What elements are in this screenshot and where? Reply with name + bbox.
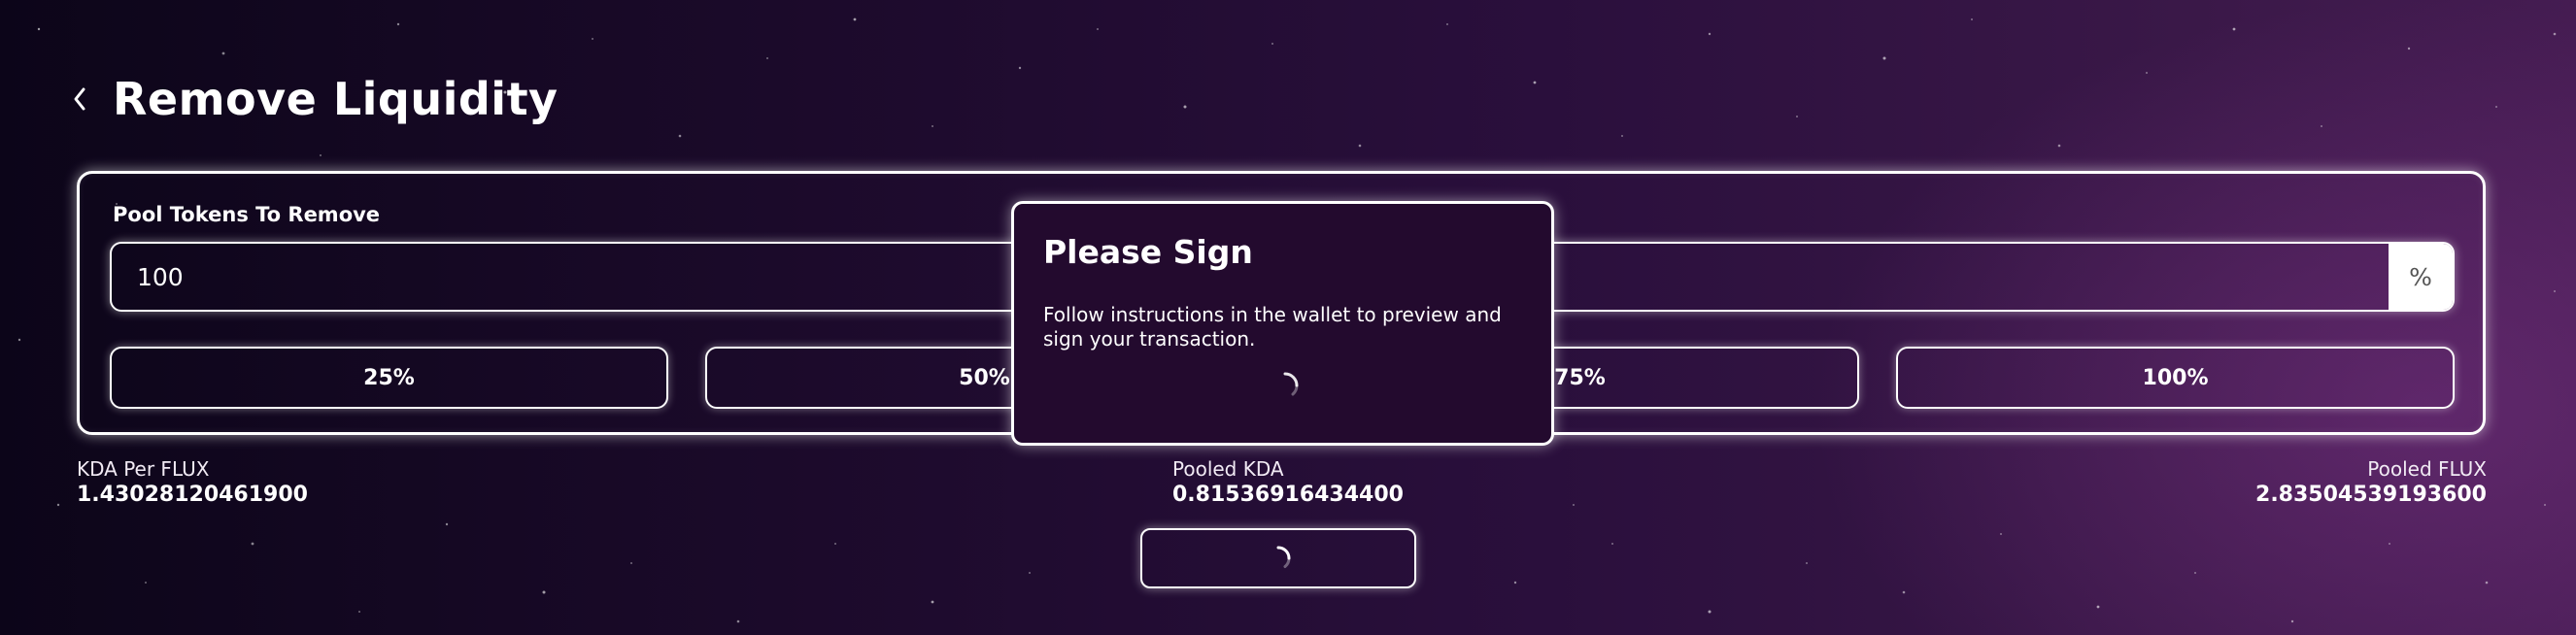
pooled-kda-label: Pooled KDA	[1172, 457, 1284, 481]
modal-spinner	[1269, 369, 1302, 406]
modal-message: Follow instructions in the wallet to pre…	[1043, 303, 1502, 351]
rate-value: 1.43028120461900	[77, 483, 308, 507]
pooled-flux-stat: Pooled FLUX 2.83504539193600	[2255, 456, 2487, 509]
percent-100-button[interactable]: 100%	[1896, 347, 2455, 409]
spinner-icon	[1276, 546, 1291, 568]
percent-25-button[interactable]: 25%	[110, 347, 668, 409]
percent-suffix: %	[2389, 244, 2453, 310]
pooled-flux-label: Pooled FLUX	[2367, 457, 2487, 481]
spinner-icon	[1283, 372, 1299, 396]
pooled-kda-value: 0.81536916434400	[1172, 483, 1404, 507]
remove-liquidity-button[interactable]	[1140, 528, 1416, 588]
chevron-left-icon[interactable]	[72, 80, 107, 118]
modal-title: Please Sign	[1043, 233, 1253, 271]
page-title: Remove Liquidity	[113, 73, 559, 125]
rate-label: KDA Per FLUX	[77, 457, 210, 481]
pooled-kda-stat: Pooled KDA 0.81536916434400	[1172, 456, 1404, 509]
pool-tokens-label: Pool Tokens To Remove	[113, 203, 381, 226]
page-header: Remove Liquidity	[72, 70, 559, 128]
pooled-flux-value: 2.83504539193600	[2255, 483, 2487, 507]
please-sign-modal: Please Sign Follow instructions in the w…	[1011, 201, 1554, 446]
rate-stat: KDA Per FLUX 1.43028120461900	[77, 456, 308, 509]
